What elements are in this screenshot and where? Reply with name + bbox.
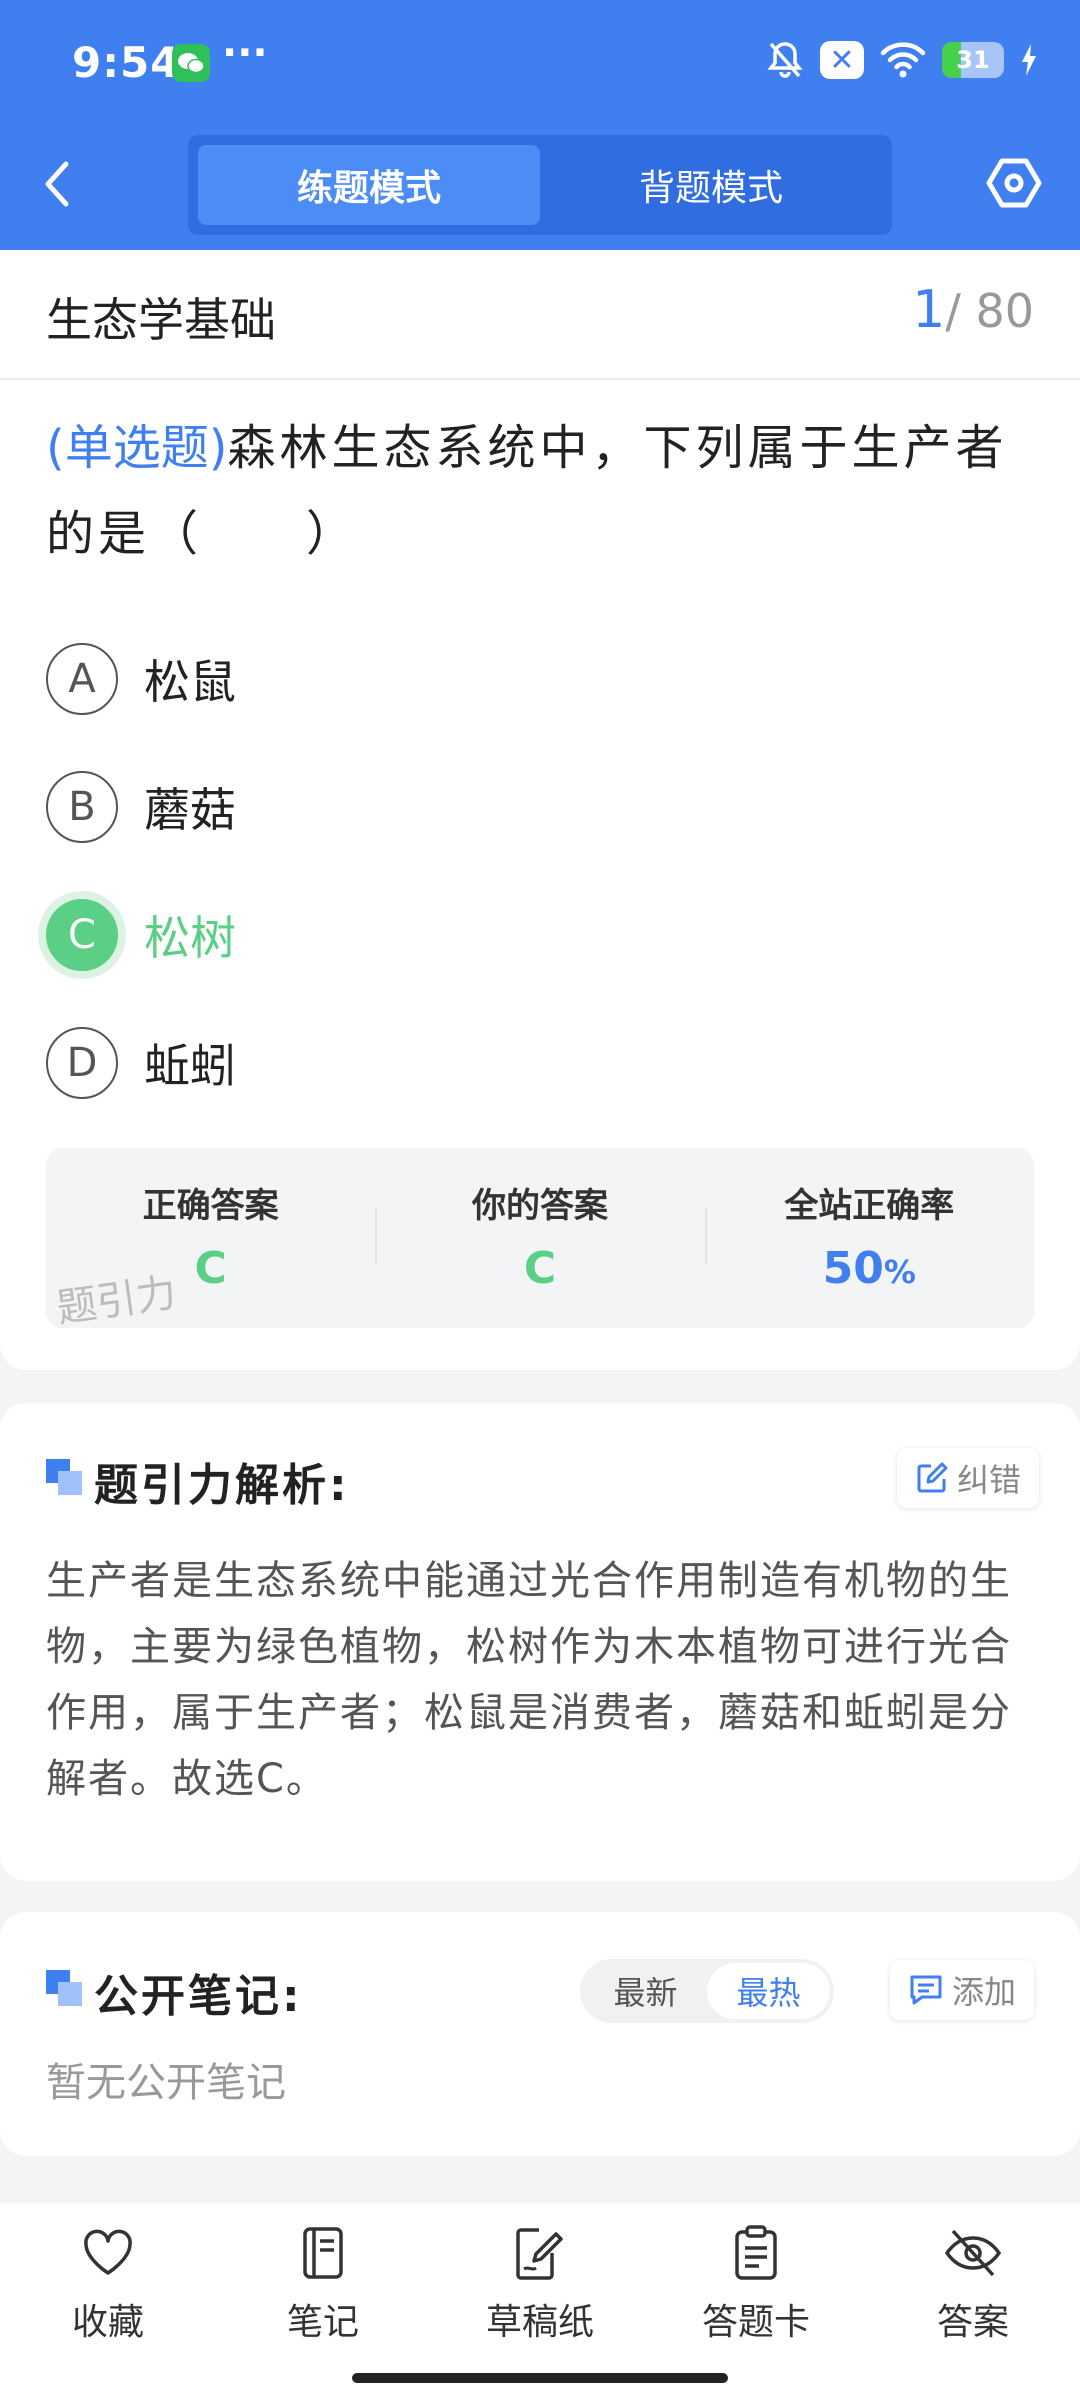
battery-level: 31: [956, 46, 990, 74]
watermark: 题引力: [53, 1269, 180, 1333]
rate-number: 50: [822, 1243, 884, 1294]
clipboard-icon: [735, 2225, 777, 2280]
tab-recite-mode[interactable]: 背题模式: [540, 145, 882, 225]
option-b[interactable]: B 蘑菇: [46, 743, 1036, 871]
eye-off-icon: [944, 2229, 1002, 2277]
section-marker-icon: [46, 1459, 82, 1495]
correct-rate-col: 全站正确率 50%: [704, 1148, 1034, 1328]
subject-title: 生态学基础: [46, 293, 276, 347]
battery-icon: 31: [942, 42, 1004, 78]
settings-hexagon-icon: [986, 158, 1042, 208]
status-time: 9:54: [72, 38, 181, 87]
draft-paper-button[interactable]: 草稿纸: [465, 2223, 615, 2345]
settings-button[interactable]: [986, 155, 1042, 211]
correct-rate-label: 全站正确率: [784, 1186, 955, 1226]
option-letter: C: [46, 899, 118, 971]
favorite-button[interactable]: 收藏: [33, 2223, 183, 2345]
app-notification-icon: ✕: [820, 41, 864, 79]
answer-summary: 正确答案 C 题引力 你的答案 C 全站正确率 50%: [46, 1148, 1034, 1332]
comment-icon: [910, 1975, 942, 2005]
current-question-number: 1: [912, 280, 946, 340]
option-d[interactable]: D 蚯蚓: [46, 999, 1036, 1127]
mute-bell-icon: [767, 42, 803, 78]
app-header: 9:54 ··· ✕ 31 练题模式 背题模式: [0, 0, 1080, 250]
notes-sort-toggle: 最新 最热: [580, 1959, 834, 2023]
charging-icon: [1022, 44, 1036, 76]
favorite-label: 收藏: [71, 2302, 144, 2343]
note-label: 笔记: [286, 2302, 359, 2343]
option-text: 松鼠: [144, 655, 236, 709]
option-text: 蘑菇: [144, 783, 236, 837]
your-answer-value: C: [523, 1243, 557, 1294]
rate-unit: %: [883, 1253, 916, 1291]
chevron-left-icon: [45, 161, 69, 207]
option-text: 松树: [144, 911, 236, 965]
option-letter: D: [46, 1027, 118, 1099]
options-list: A 松鼠 B 蘑菇 C 松树 D 蚯蚓: [46, 615, 1036, 1127]
note-button[interactable]: 笔记: [248, 2223, 398, 2345]
heart-icon: [84, 2229, 132, 2275]
notes-title: 公开笔记:: [94, 1971, 303, 2022]
notebook-icon: [303, 2227, 343, 2279]
analysis-card: 题引力解析: 纠错 生产者是生态系统中能通过光合作用制造有机物的生物，主要为绿色…: [0, 1403, 1080, 1881]
your-answer-label: 你的答案: [471, 1186, 608, 1226]
section-marker-icon: [46, 1970, 82, 2006]
status-bar: 9:54 ··· ✕ 31: [0, 0, 1080, 125]
option-c[interactable]: C 松树: [46, 871, 1036, 999]
option-a[interactable]: A 松鼠: [46, 615, 1036, 743]
analysis-title: 题引力解析:: [94, 1460, 350, 1511]
your-answer-col: 你的答案 C: [375, 1148, 704, 1328]
status-icons: ✕ 31: [766, 40, 1038, 80]
correct-answer-label: 正确答案: [142, 1186, 279, 1226]
home-indicator: [352, 2373, 728, 2383]
option-text: 蚯蚓: [144, 1039, 236, 1093]
more-notifications-icon: ···: [222, 30, 268, 76]
option-letter: B: [46, 771, 118, 843]
question-counter: 1/ 80: [912, 280, 1034, 340]
draft-edit-icon: [516, 2228, 563, 2280]
correct-error-label: 纠错: [957, 1461, 1022, 1499]
sort-hot[interactable]: 最热: [707, 1963, 830, 2019]
sort-latest[interactable]: 最新: [584, 1963, 707, 2019]
answer-card-label: 答题卡: [701, 2302, 810, 2343]
correct-error-button[interactable]: 纠错: [897, 1448, 1040, 1508]
public-notes-card: 公开笔记: 最新 最热 添加 暂无公开笔记: [0, 1912, 1080, 2156]
add-note-button[interactable]: 添加: [890, 1960, 1035, 2020]
add-note-label: 添加: [952, 1973, 1017, 2011]
wechat-icon: [172, 44, 210, 82]
correct-rate-value: 50%: [823, 1243, 916, 1294]
wifi-icon: [880, 42, 926, 78]
total-questions: / 80: [945, 284, 1034, 338]
question-card: 生态学基础 1/ 80 (单选题)森林生态系统中，下列属于生产者的是（ ） A …: [0, 250, 1080, 1370]
draft-label: 草稿纸: [485, 2302, 594, 2343]
correct-answer-col: 正确答案 C 题引力: [46, 1148, 375, 1332]
edit-icon: [917, 1462, 948, 1493]
mode-toggle: 练题模式 背题模式: [188, 135, 892, 235]
toggle-answer-button[interactable]: 答案: [898, 2223, 1048, 2345]
question-type: (单选题): [46, 420, 228, 476]
subject-row: 生态学基础 1/ 80: [0, 250, 1080, 380]
bottom-toolbar: 收藏 笔记 草稿纸 答题卡 答案: [0, 2203, 1080, 2400]
option-letter: A: [46, 643, 118, 715]
correct-answer-value: C: [194, 1243, 227, 1294]
answer-card-button[interactable]: 答题卡: [681, 2223, 831, 2345]
notes-empty-text: 暂无公开笔记: [46, 2060, 286, 2106]
question-stem: (单选题)森林生态系统中，下列属于生产者的是（ ）: [46, 405, 1036, 577]
tab-practice-mode[interactable]: 练题模式: [198, 145, 540, 225]
back-button[interactable]: [42, 158, 82, 210]
answer-label: 答案: [936, 2302, 1009, 2343]
analysis-text: 生产者是生态系统中能通过光合作用制造有机物的生物，主要为绿色植物，松树作为木本植…: [46, 1558, 1012, 1802]
